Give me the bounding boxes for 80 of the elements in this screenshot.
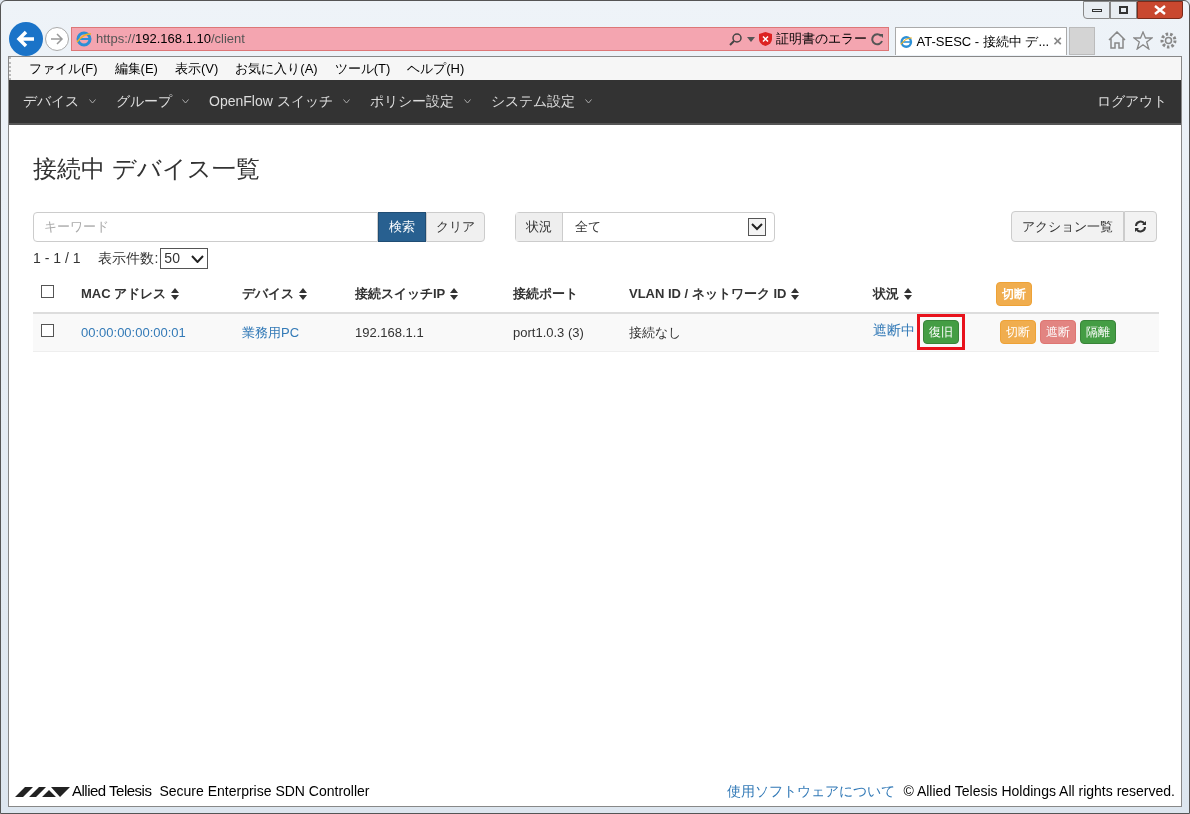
status-link[interactable]: 遮断中: [873, 322, 915, 339]
chevron-down-icon: [191, 254, 205, 263]
action-list-button[interactable]: アクション一覧: [1011, 211, 1124, 242]
search-icon[interactable]: [729, 32, 743, 46]
mac-address-link[interactable]: 00:00:00:00:00:01: [81, 324, 186, 340]
column-header[interactable]: 状況: [873, 285, 912, 301]
arrow-right-icon: [50, 33, 64, 45]
browser-logo-icon: [76, 31, 92, 47]
per-page-select[interactable]: 50: [160, 248, 209, 269]
sort-icon: [791, 288, 800, 301]
menu-item[interactable]: 編集(E): [114, 58, 158, 79]
close-button[interactable]: [1137, 1, 1183, 19]
clear-button[interactable]: クリア: [426, 211, 485, 242]
home-icon[interactable]: [1107, 30, 1127, 49]
nav-menu-label: システム設定: [490, 92, 575, 111]
arrow-left-icon: [16, 30, 36, 48]
sort-icon: [450, 288, 459, 301]
software-info-link[interactable]: 使用ソフトウェアについて: [727, 780, 896, 802]
copyright-text: © Allied Telesis Holdings All rights reserved.: [903, 781, 1175, 801]
menu-item[interactable]: ファイル(F): [29, 58, 98, 79]
browser-tab[interactable]: AT-SESC - 接続中 デ... ×: [895, 27, 1067, 55]
nav-menu-label: OpenFlow スイッチ: [209, 92, 333, 111]
chevron-down-icon: [463, 99, 471, 104]
nav-menu-label: デバイス: [23, 92, 79, 111]
search-button[interactable]: 検索: [378, 211, 426, 242]
logout-link[interactable]: ログアウト: [1097, 91, 1181, 112]
tab-title: AT-SESC - 接続中 デ...: [916, 32, 1050, 51]
nav-menu[interactable]: OpenFlow スイッチ: [209, 91, 350, 112]
chevron-down-icon: [342, 99, 350, 104]
per-page-label: 表示件数:: [98, 249, 159, 268]
tab-close-button[interactable]: ×: [1053, 30, 1062, 53]
brand-name: Allied Telesis: [72, 780, 152, 801]
column-header[interactable]: MAC アドレス: [81, 285, 180, 301]
column-header[interactable]: VLAN ID / ネットワーク ID: [629, 285, 800, 301]
result-count: 1 - 1 / 1: [33, 249, 81, 268]
table-cell: 192.168.1.1: [355, 324, 424, 340]
address-bar[interactable]: https://192.168.1.10/client 証明書のエラー: [71, 27, 889, 51]
refresh-icon[interactable]: [871, 32, 884, 46]
chevron-down-icon: [584, 99, 592, 104]
refresh-icon: [1134, 220, 1147, 233]
row-checkbox[interactable]: [41, 323, 54, 337]
certificate-error-text[interactable]: 証明書のエラー: [776, 29, 867, 49]
close-icon: [1154, 5, 1166, 15]
product-name: Secure Enterprise SDN Controller: [159, 781, 370, 801]
table-cell: 接続なし: [629, 324, 681, 340]
star-icon[interactable]: [1133, 30, 1153, 50]
back-button[interactable]: [9, 22, 43, 56]
menu-item[interactable]: ツール(T): [334, 58, 391, 79]
chevron-down-icon: [89, 99, 96, 104]
maximize-button[interactable]: [1110, 1, 1137, 19]
refresh-button[interactable]: [1124, 211, 1157, 242]
browser-logo-icon: [900, 33, 913, 50]
sort-icon: [299, 288, 307, 301]
column-header[interactable]: 接続ポート: [513, 285, 578, 301]
shield-error-icon: [759, 32, 772, 46]
column-header[interactable]: 接続スイッチIP: [355, 285, 459, 301]
keyword-input[interactable]: キーワード: [33, 211, 378, 242]
nav-menu[interactable]: システム設定: [490, 91, 592, 112]
sort-icon: [904, 288, 912, 301]
menu-item[interactable]: 表示(V): [174, 58, 219, 79]
minimize-button[interactable]: [1083, 1, 1110, 19]
chevron-down-icon: [182, 99, 189, 104]
url-text: https://192.168.1.10/client: [96, 30, 246, 49]
table-cell: port1.0.3 (3): [513, 324, 584, 340]
menu-item[interactable]: ヘルプ(H): [407, 58, 465, 79]
page-title: 接続中 デバイス一覧: [33, 154, 261, 184]
device-link[interactable]: 業務用PC: [242, 324, 300, 340]
settings-icon[interactable]: [1159, 30, 1178, 50]
nav-menu-label: ポリシー設定: [369, 92, 454, 111]
nav-menu[interactable]: グループ: [116, 91, 189, 112]
caret-icon[interactable]: [747, 36, 755, 42]
nav-menu-label: グループ: [116, 92, 172, 111]
menu-item[interactable]: お気に入り(A): [235, 58, 318, 79]
sort-icon: [171, 288, 180, 301]
nav-menu[interactable]: デバイス: [23, 91, 96, 112]
select-all-checkbox[interactable]: [41, 284, 54, 298]
brand-logo-icon: [15, 784, 70, 798]
column-header[interactable]: デバイス: [242, 285, 307, 301]
nav-menu[interactable]: ポリシー設定: [369, 91, 471, 112]
forward-button[interactable]: [45, 27, 69, 51]
